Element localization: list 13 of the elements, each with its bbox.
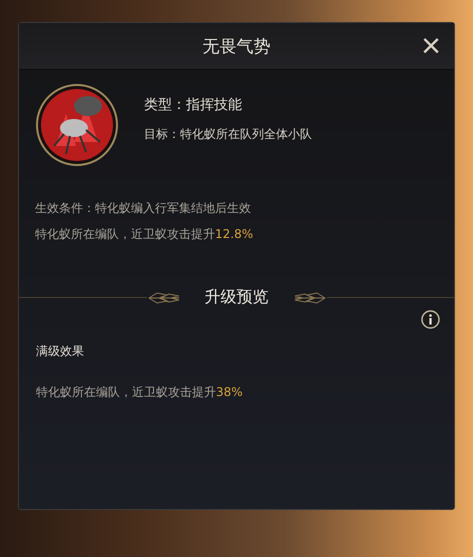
ant-skill-icon	[36, 84, 118, 166]
info-icon[interactable]	[421, 310, 440, 329]
skill-detail: 特化蚁所在编队，近卫蚁攻击提升12.8%	[35, 226, 254, 243]
leaf-ornament-icon	[292, 290, 326, 304]
max-level-effect: 特化蚁所在编队，近卫蚁攻击提升38%	[35, 384, 244, 401]
skill-detail: 生效条件：特化蚁编入行军集结地后生效	[35, 200, 252, 217]
leaf-ornament-icon	[146, 290, 180, 304]
max-level-label: 满级效果	[35, 343, 85, 360]
skill-type: 类型：指挥技能	[144, 96, 243, 114]
skill-target: 目标：特化蚁所在队列全体小队	[144, 126, 312, 143]
dialog-title: 无畏气势	[202, 36, 270, 58]
close-button[interactable]: ×	[416, 31, 446, 61]
section-heading: 升级预览	[204, 287, 270, 308]
